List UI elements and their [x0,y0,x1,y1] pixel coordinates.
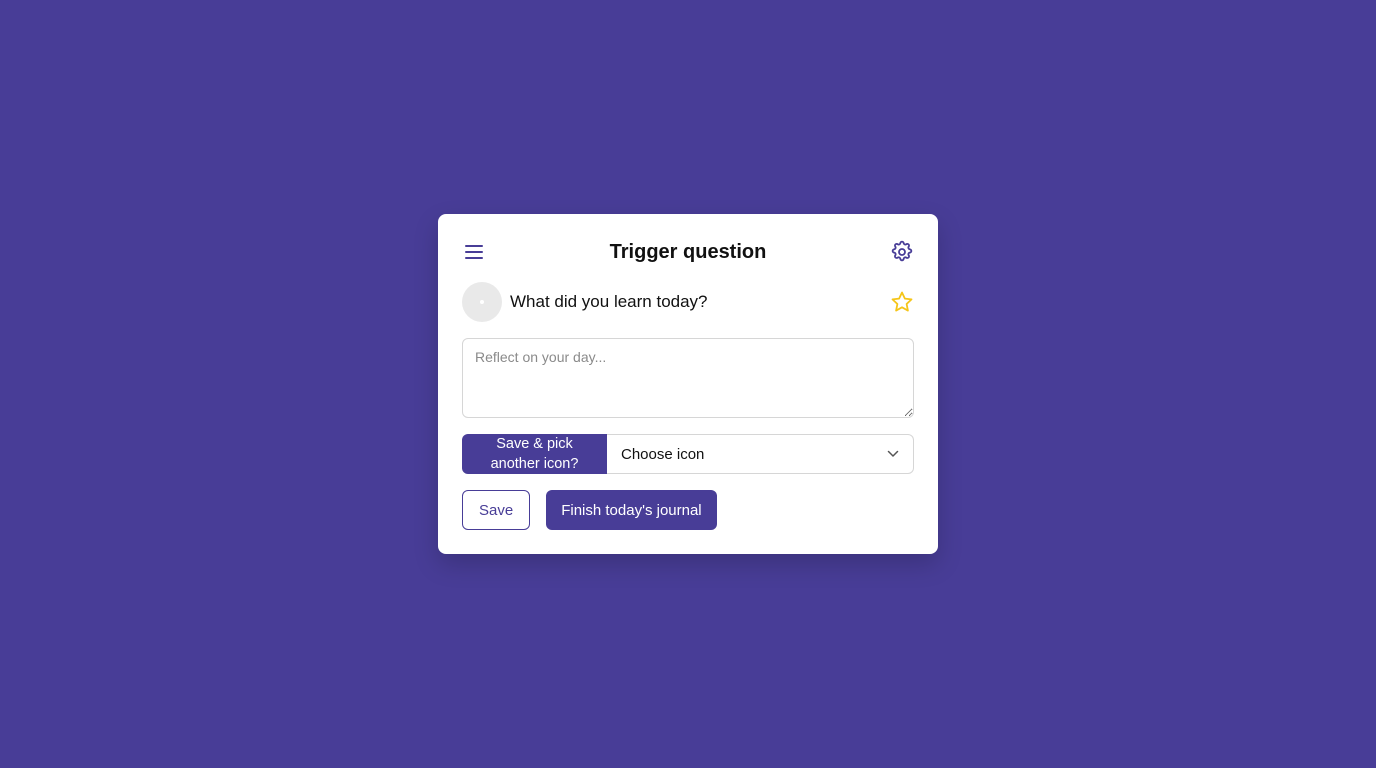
page-title: Trigger question [609,240,767,263]
reflection-textarea[interactable] [462,338,914,418]
avatar-placeholder-icon [480,300,484,304]
icon-picker-row: Save & pick another icon? Choose icon [462,434,914,474]
action-buttons: Save Finish today's journal [462,490,717,530]
card-header: Trigger question [462,238,914,266]
finish-journal-button[interactable]: Finish today's journal [546,490,717,530]
settings-button[interactable] [890,240,914,264]
choose-icon-select-value: Choose icon [621,445,705,463]
menu-button[interactable] [462,240,486,264]
hamburger-menu-icon [465,245,483,259]
choose-icon-select[interactable]: Choose icon [607,434,914,474]
journal-card: Trigger question What did you learn toda… [438,214,938,554]
gear-icon [891,240,913,262]
star-outline-icon[interactable] [890,290,914,314]
avatar [462,282,502,322]
chevron-down-icon [887,450,899,457]
question-text: What did you learn today? [510,292,708,311]
save-and-pick-icon-button[interactable]: Save & pick another icon? [462,434,607,474]
question-row: What did you learn today? [462,282,914,322]
save-button[interactable]: Save [462,490,531,530]
